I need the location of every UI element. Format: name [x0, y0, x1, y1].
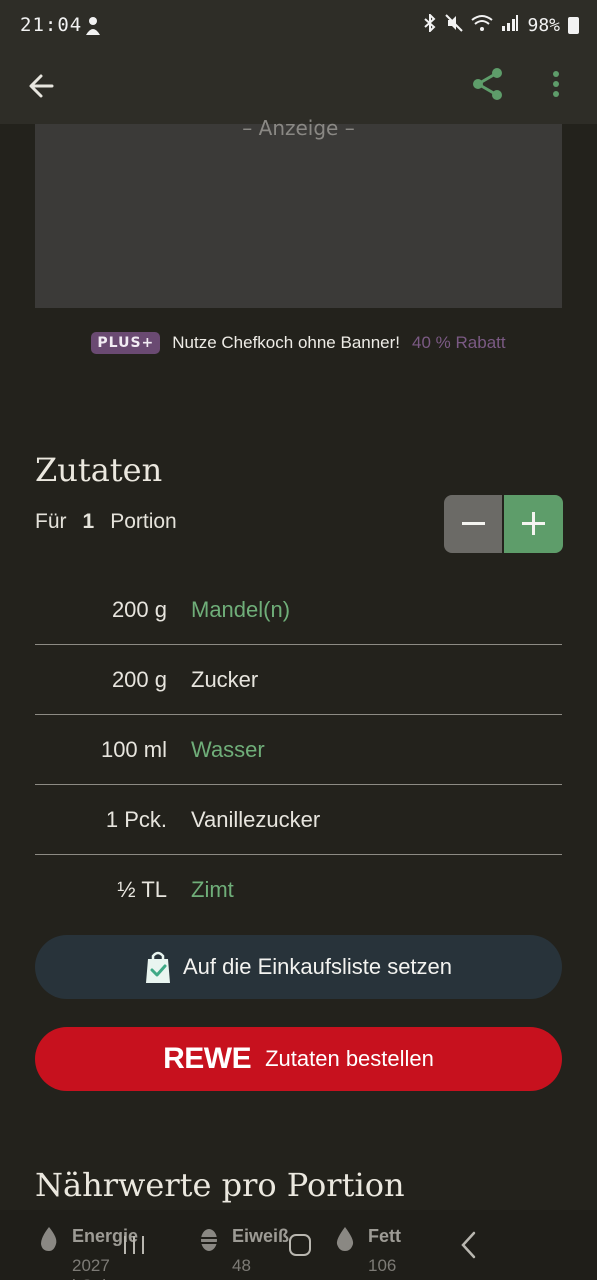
portion-selector-label: Für 1 Portion: [35, 510, 177, 534]
status-time: 21:04: [20, 14, 83, 36]
battery-text: 98%: [527, 14, 560, 36]
plus-promo[interactable]: PLUS+ Nutze Chefkoch ohne Banner! 40 % R…: [0, 330, 597, 356]
plus-badge: PLUS+: [91, 332, 161, 354]
rewe-logo: REWE: [163, 1042, 252, 1075]
ingredient-name: Vanillezucker: [191, 806, 321, 832]
ingredient-amount: 200 g: [111, 666, 167, 692]
ingredient-amount: 100 ml: [100, 736, 167, 762]
share-button[interactable]: [468, 64, 508, 104]
system-navigation-bar: [0, 1228, 597, 1262]
ingredient-name-link[interactable]: Mandel(n): [191, 597, 290, 623]
ingredient-amount: 200 g: [111, 596, 167, 622]
ad-label: – Anzeige –: [242, 116, 355, 140]
system-back-button[interactable]: [458, 1230, 480, 1260]
ingredient-row: 1 Pck. Vanillezucker: [35, 785, 562, 855]
ingredient-name-link[interactable]: Zimt: [191, 877, 234, 903]
ingredient-amount: 1 Pck.: [105, 806, 167, 832]
nutrition-title: Nährwerte pro Portion: [35, 1166, 405, 1204]
shopping-bag-check-icon: [145, 950, 171, 984]
portion-count: 1: [82, 510, 95, 533]
chevron-left-icon: [461, 1231, 476, 1259]
decrease-portion-button[interactable]: [444, 495, 502, 553]
ad-banner[interactable]: – Anzeige –: [35, 116, 562, 308]
ingredient-row: 200 g Zucker: [35, 645, 562, 715]
arrow-left-icon: [29, 74, 54, 98]
ingredient-name: Zucker: [191, 666, 259, 692]
mute-icon: [445, 14, 464, 36]
rewe-order-button[interactable]: REWE Zutaten bestellen: [35, 1027, 562, 1091]
status-bar: 21:04 98%: [0, 0, 597, 54]
signal-icon: [501, 14, 519, 36]
more-options-button[interactable]: [540, 64, 572, 104]
more-vertical-icon: [553, 71, 559, 97]
share-icon: [473, 68, 502, 100]
portion-prefix: Für: [35, 510, 67, 533]
portion-suffix: Portion: [110, 510, 177, 533]
increase-portion-button[interactable]: [504, 495, 563, 553]
add-to-shopping-list-button[interactable]: Auf die Einkaufsliste setzen: [35, 935, 562, 999]
promo-text: Nutze Chefkoch ohne Banner!: [172, 333, 401, 352]
ingredient-row: 200 g Mandel(n): [35, 575, 562, 645]
shopping-button-label: Auf die Einkaufsliste setzen: [182, 954, 453, 979]
battery-icon: [568, 16, 579, 34]
recents-button[interactable]: [122, 1232, 146, 1258]
status-icons: 98%: [423, 12, 579, 36]
ingredient-row: 100 ml Wasser: [35, 715, 562, 785]
ingredient-row: ½ TL Zimt: [35, 855, 562, 925]
ingredient-amount: ½ TL: [117, 877, 167, 902]
wifi-icon: [471, 14, 494, 36]
ingredient-name-link[interactable]: Wasser: [191, 737, 265, 763]
ingredients-title: Zutaten: [35, 451, 163, 489]
home-button[interactable]: [288, 1232, 312, 1258]
app-bar: [0, 54, 597, 124]
ingredients-list: 200 g Mandel(n) 200 g Zucker 100 ml Wass…: [35, 575, 562, 925]
rewe-button-label: Zutaten bestellen: [265, 1046, 434, 1071]
recents-icon: [124, 1236, 144, 1254]
back-button[interactable]: [22, 66, 62, 106]
notification-icon: [84, 15, 102, 41]
promo-discount[interactable]: 40 % Rabatt: [412, 333, 506, 353]
bluetooth-icon: [423, 12, 437, 36]
home-icon: [289, 1234, 311, 1256]
